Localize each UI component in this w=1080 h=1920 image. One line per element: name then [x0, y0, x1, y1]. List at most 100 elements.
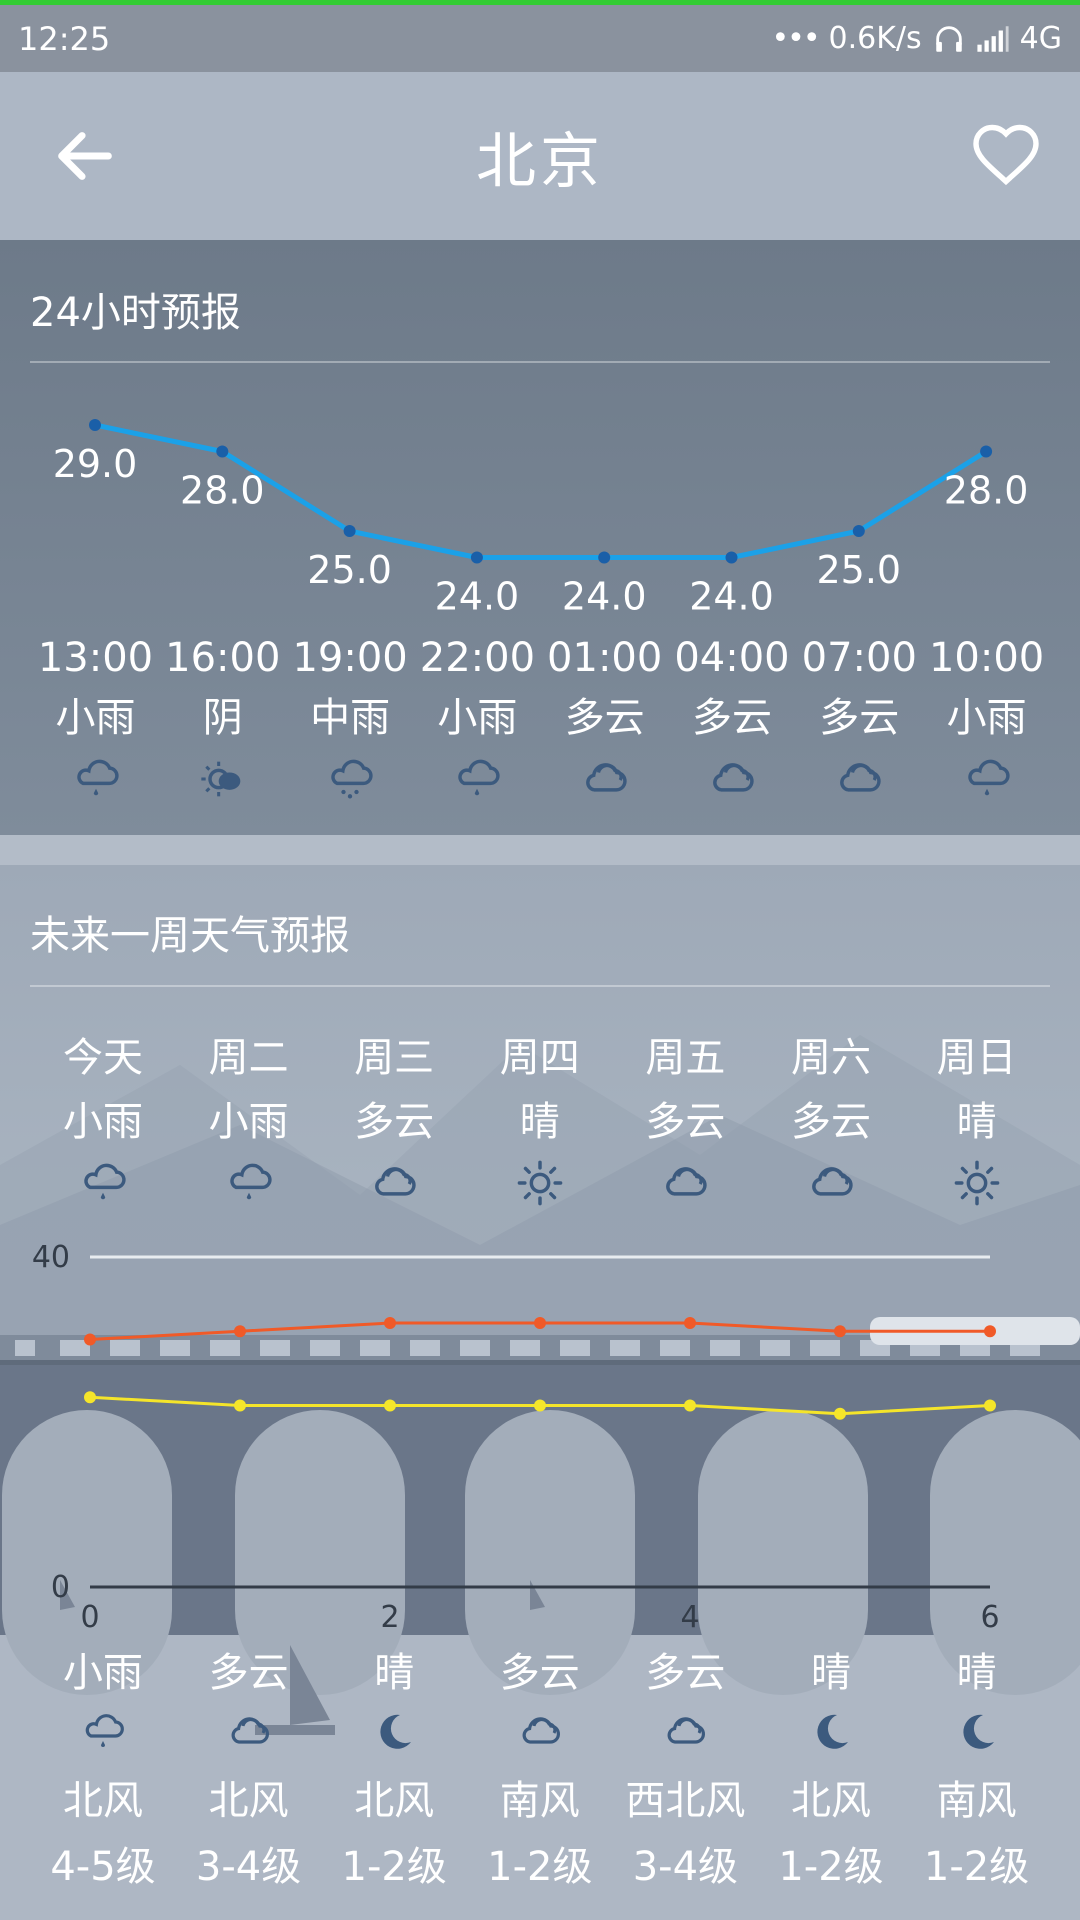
status-bar: 12:25 ••• 0.6K/s 4G	[0, 5, 1080, 72]
app-bar: 北京	[0, 72, 1080, 240]
hourly-temp-point	[725, 551, 738, 564]
weekly-wind-direction: 西北风	[625, 1778, 746, 1824]
hourly-temp-label: 24.0	[435, 575, 520, 619]
weekly-wind-direction: 北风	[354, 1778, 435, 1824]
x-tick-label: 4	[680, 1600, 699, 1635]
weekly-night-item: 晴南风 1-2级	[904, 1640, 1050, 1892]
hourly-condition: 多云	[692, 695, 772, 741]
signal-icon	[977, 25, 1009, 52]
hourly-temp-point	[598, 551, 611, 564]
x-tick-label: 2	[380, 1600, 399, 1635]
hourly-time: 22:00	[419, 635, 536, 681]
weekly-wind-level: 1-2级	[341, 1844, 447, 1890]
hourly-item: 22:00 小雨	[414, 635, 541, 805]
high-temp-point	[84, 1333, 96, 1346]
favorite-button[interactable]	[970, 120, 1042, 192]
low-temp-point	[984, 1399, 996, 1412]
light-rain-icon	[70, 753, 122, 805]
moon-icon	[807, 1708, 855, 1756]
weekly-wind-level: 1-2级	[923, 1844, 1030, 1890]
high-temp-point	[234, 1325, 246, 1338]
high-temp-point	[684, 1317, 696, 1329]
hourly-temp-point	[89, 419, 101, 431]
hourly-condition: 中雨	[310, 695, 391, 741]
high-temp-point	[534, 1317, 546, 1329]
page-title: 北京	[476, 126, 604, 197]
weekly-night-condition: 多云	[208, 1650, 289, 1696]
hourly-temp-point	[470, 551, 483, 564]
hourly-time: 01:00	[547, 635, 663, 681]
weekly-night-item: 晴北风 1-2级	[321, 1640, 467, 1892]
weekly-wind-level: 1-2级	[778, 1844, 884, 1890]
weekly-wind-direction: 南风	[936, 1778, 1017, 1824]
cloudy-icon	[579, 753, 631, 805]
hourly-forecast-card: 24小时预报 29.0 28.0 25.0 24.0 24.0 24.0 25.0 28.0 …	[0, 240, 1080, 835]
low-temp-point	[234, 1399, 246, 1412]
light-rain-icon	[79, 1708, 127, 1756]
more-dots-icon: •••	[771, 21, 820, 56]
low-temp-point	[84, 1391, 96, 1404]
hourly-temp-point	[216, 445, 229, 458]
hourly-time: 04:00	[674, 635, 790, 681]
hourly-item: 13:00 小雨	[32, 635, 159, 805]
hourly-item: 04:00 多云	[669, 635, 796, 805]
hourly-condition: 多云	[564, 695, 645, 741]
weekly-wind-direction: 北风	[63, 1778, 143, 1824]
hourly-temp-point	[980, 445, 993, 458]
weekly-night-item: 多云 北风 3-4级	[176, 1640, 322, 1892]
hourly-item: 07:00 多云	[796, 635, 923, 805]
cloudy-icon	[225, 1708, 273, 1756]
hourly-condition: 多云	[819, 695, 900, 741]
weekly-night-condition: 小雨	[63, 1650, 143, 1696]
overcast-icon	[197, 753, 249, 805]
status-icons: ••• 0.6K/s 4G	[771, 21, 1062, 56]
hourly-temp-point	[852, 525, 865, 537]
hourly-time: 10:00	[928, 635, 1045, 681]
hourly-condition: 小雨	[55, 695, 136, 741]
weekly-night-item: 晴北风 1-2级	[758, 1640, 904, 1892]
weekly-wind-direction: 北风	[791, 1778, 871, 1824]
hourly-temp-label: 28.0	[180, 469, 265, 513]
hourly-temp-label: 24.0	[562, 575, 647, 619]
weekly-night-item: 小雨北风 4-5级	[30, 1640, 176, 1892]
cloudy-icon	[516, 1708, 564, 1756]
hourly-time: 16:00	[165, 635, 281, 681]
section-separator	[0, 835, 1080, 865]
status-time: 12:25	[18, 19, 111, 58]
hourly-condition: 小雨	[946, 695, 1027, 741]
cloudy-icon	[833, 753, 885, 805]
low-temp-point	[534, 1399, 546, 1412]
back-button[interactable]	[50, 121, 120, 191]
low-temp-point	[834, 1407, 846, 1420]
hourly-item: 01:00 多云	[541, 635, 668, 805]
weekly-night-condition: 多云	[499, 1650, 580, 1696]
low-temp-point	[684, 1399, 696, 1412]
high-temp-point	[984, 1325, 996, 1338]
hourly-temp-label: 25.0	[816, 548, 901, 592]
hourly-temp-label: 25.0	[307, 548, 392, 592]
hourly-temp-point	[343, 525, 356, 537]
heart-icon	[973, 124, 1039, 186]
high-temp-point	[384, 1317, 396, 1329]
cloudy-icon	[661, 1708, 709, 1756]
arrow-left-icon	[58, 132, 112, 180]
moon-icon	[953, 1708, 1001, 1756]
high-temp-point	[834, 1325, 846, 1338]
hourly-temp-label: 28.0	[944, 469, 1029, 513]
weekly-wind-direction: 北风	[208, 1778, 289, 1824]
hourly-condition: 阴	[202, 695, 243, 741]
network-type: 4G	[1019, 21, 1062, 56]
weekly-wind-level: 1-2级	[487, 1844, 593, 1890]
weekly-wind-direction: 南风	[499, 1778, 580, 1824]
weekly-wind-level: 4-5级	[50, 1844, 156, 1890]
low-temp-point	[384, 1399, 396, 1412]
weekly-forecast-card: 未来一周天气预报 今天 小雨 周二 小雨 周三 多云 周四晴周五 多云 周六 多云 周日晴 0 40 0…	[0, 865, 1080, 1920]
hourly-item: 16:00 阴	[159, 635, 286, 805]
weekly-night-item: 多云 西北风 3-4级	[612, 1640, 758, 1892]
moon-icon	[370, 1708, 418, 1756]
weekly-night-condition: 晴	[956, 1650, 997, 1696]
weekly-night-item: 多云南风 1-2级	[467, 1640, 613, 1892]
moderate-rain-icon	[324, 753, 376, 805]
y-tick-label: 0	[51, 1570, 70, 1605]
weekly-night-condition: 多云	[645, 1650, 726, 1696]
